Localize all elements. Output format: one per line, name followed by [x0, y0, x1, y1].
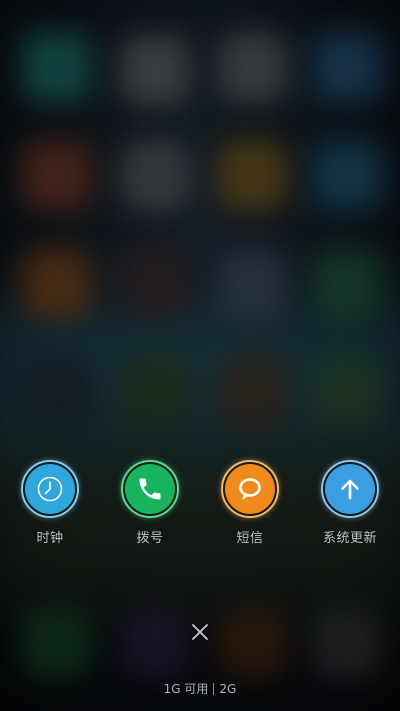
- shortcut-dialer[interactable]: 拨号: [100, 460, 200, 546]
- memory-total: 2G: [219, 681, 237, 696]
- messages-button[interactable]: [221, 460, 279, 518]
- close-icon: [192, 624, 208, 640]
- phone-icon: [139, 478, 161, 500]
- clock-button[interactable]: [21, 460, 79, 518]
- message-icon: [239, 478, 261, 500]
- shortcut-messages[interactable]: 短信: [200, 460, 300, 546]
- close-button[interactable]: [186, 618, 214, 646]
- recents-screen: 时钟 拨号 短信 系统更新 1G 可用 2G: [0, 0, 400, 711]
- shortcut-label-messages: 短信: [236, 531, 264, 546]
- dim-overlay: [0, 0, 400, 711]
- memory-available: 1G 可用: [163, 682, 209, 696]
- clock-icon: [37, 476, 63, 502]
- arrow-up-icon: [341, 479, 359, 500]
- shortcut-label-dialer: 拨号: [136, 531, 164, 546]
- shortcut-clock[interactable]: 时钟: [0, 460, 100, 546]
- shortcut-label-clock: 时钟: [36, 531, 64, 546]
- shortcut-system-update[interactable]: 系统更新: [300, 460, 400, 546]
- dialer-button[interactable]: [121, 460, 179, 518]
- shortcut-label-system-update: 系统更新: [322, 531, 377, 546]
- shortcut-row: 时钟 拨号 短信 系统更新: [0, 460, 400, 550]
- memory-divider: [213, 682, 215, 695]
- memory-status: 1G 可用 2G: [0, 680, 400, 697]
- system-update-button[interactable]: [321, 460, 379, 518]
